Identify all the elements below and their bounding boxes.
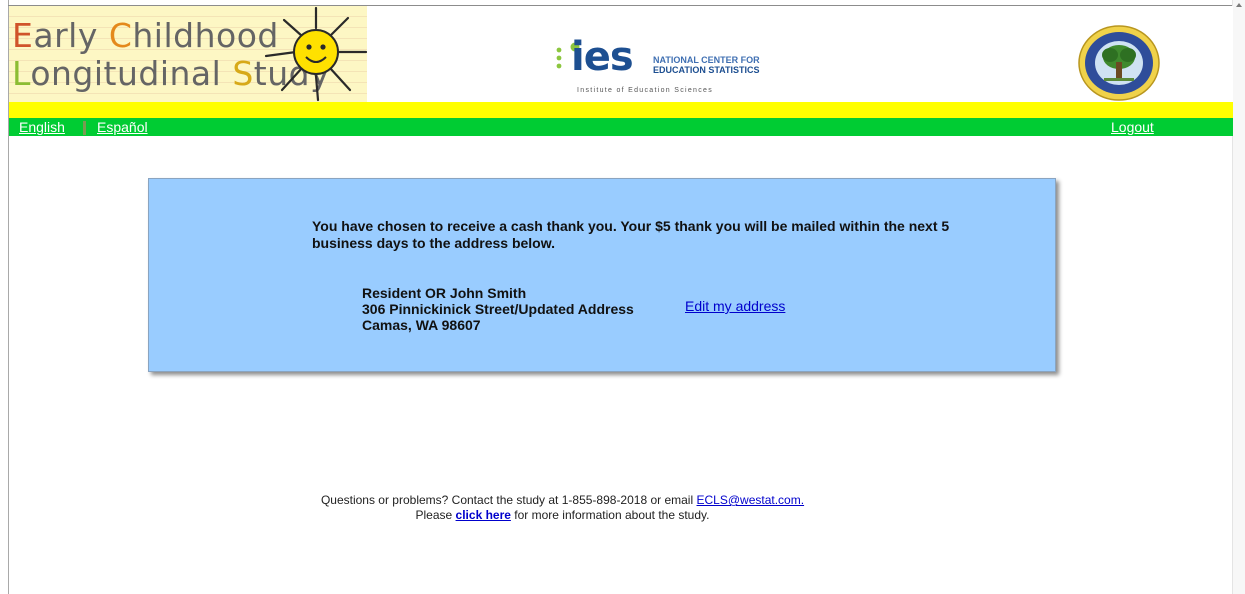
confirmation-message: You have chosen to receive a cash thank …: [312, 218, 950, 251]
header-banner: Early Childhood Longitudinal Study ies N…: [9, 6, 1233, 102]
nav-espanol-link[interactable]: Español: [97, 119, 148, 135]
department-of-education-seal-icon: [1078, 25, 1160, 101]
nav-english-link[interactable]: English: [19, 119, 65, 135]
ecls-logo-line1: Early Childhood: [12, 16, 279, 55]
scroll-up-arrow-icon[interactable]: [1236, 3, 1242, 7]
ies-wordmark: ies: [571, 34, 634, 80]
confirmation-panel: You have chosen to receive a cash thank …: [148, 178, 1056, 372]
click-here-link[interactable]: click here: [456, 508, 511, 522]
sun-icon: [264, 6, 368, 102]
ies-name-line1: NATIONAL CENTER FOR: [653, 55, 760, 65]
edit-address-link[interactable]: Edit my address: [685, 298, 785, 314]
address-line3: Camas, WA 98607: [362, 317, 481, 333]
ies-institute-text: Institute of Education Sciences: [577, 87, 714, 94]
ies-name-line2: EDUCATION STATISTICS: [653, 65, 760, 75]
nav-separator: [83, 121, 86, 135]
email-link[interactable]: ECLS@westat.com.: [697, 493, 805, 507]
footer: Questions or problems? Contact the study…: [0, 493, 1125, 523]
mailing-address: Resident OR John Smith 306 Pinnickinick …: [362, 285, 634, 333]
yellow-bar: [9, 102, 1233, 118]
ies-logo: ies NATIONAL CENTER FOR EDUCATION STATIS…: [553, 32, 760, 102]
address-line1: Resident OR John Smith: [362, 285, 527, 301]
footer-contact-text: Questions or problems? Contact the study…: [320, 493, 694, 507]
footer-info-line: Please click here for more information a…: [0, 508, 1125, 523]
logout-link[interactable]: Logout: [1111, 119, 1154, 135]
footer-please-text: Please: [415, 508, 453, 522]
footer-contact-line: Questions or problems? Contact the study…: [0, 493, 1125, 508]
nav-bar: English Español Logout: [9, 118, 1233, 136]
address-line2: 306 Pinnickinick Street/Updated Address: [362, 301, 634, 317]
vertical-scrollbar[interactable]: [1232, 0, 1245, 594]
ecls-logo: Early Childhood Longitudinal Study: [9, 6, 368, 102]
footer-info-text: for more information about the study.: [514, 508, 710, 522]
